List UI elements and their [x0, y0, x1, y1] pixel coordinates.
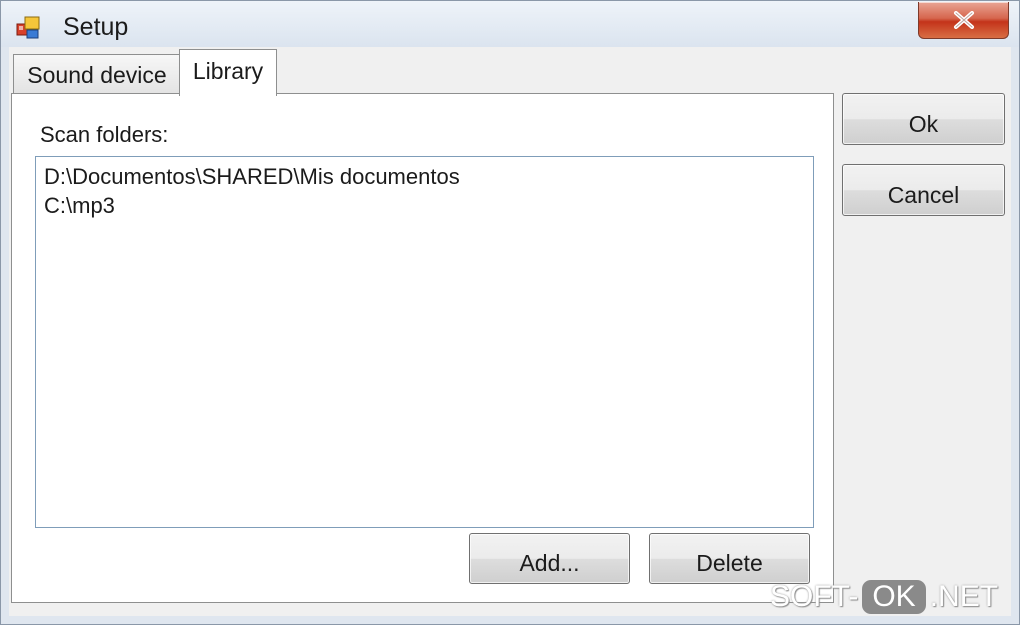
close-icon	[954, 11, 974, 29]
title-bar[interactable]: Setup	[1, 1, 1019, 47]
library-tab-panel: Scan folders: D:\Documentos\SHARED\Mis d…	[11, 93, 834, 603]
delete-folder-button[interactable]: Delete	[649, 533, 810, 584]
tab-library[interactable]: Library	[179, 49, 277, 96]
scan-folders-label: Scan folders:	[40, 122, 169, 147]
tab-sound-device[interactable]: Sound device	[13, 54, 181, 94]
app-icon	[16, 16, 40, 39]
tab-label: Sound device	[27, 62, 167, 88]
list-item[interactable]: C:\mp3	[44, 191, 805, 220]
close-button[interactable]	[918, 2, 1009, 39]
add-folder-button[interactable]: Add...	[469, 533, 630, 584]
list-item[interactable]: D:\Documentos\SHARED\Mis documentos	[44, 162, 805, 191]
watermark-text: SOFT-	[770, 580, 859, 613]
watermark: SOFT- OK .NET	[770, 580, 998, 620]
setup-window: Setup Sound device Library Scan folders:…	[0, 0, 1020, 625]
dialog-client-area: Sound device Library Scan folders: D:\Do…	[9, 47, 1011, 616]
watermark-text: .NET	[929, 580, 999, 613]
watermark-badge: OK	[862, 580, 926, 614]
scan-folders-list[interactable]: D:\Documentos\SHARED\Mis documentos C:\m…	[35, 156, 814, 528]
window-title: Setup	[63, 13, 129, 41]
ok-button[interactable]: Ok	[842, 93, 1005, 145]
tab-label: Library	[192, 58, 264, 84]
cancel-button[interactable]: Cancel	[842, 164, 1005, 216]
